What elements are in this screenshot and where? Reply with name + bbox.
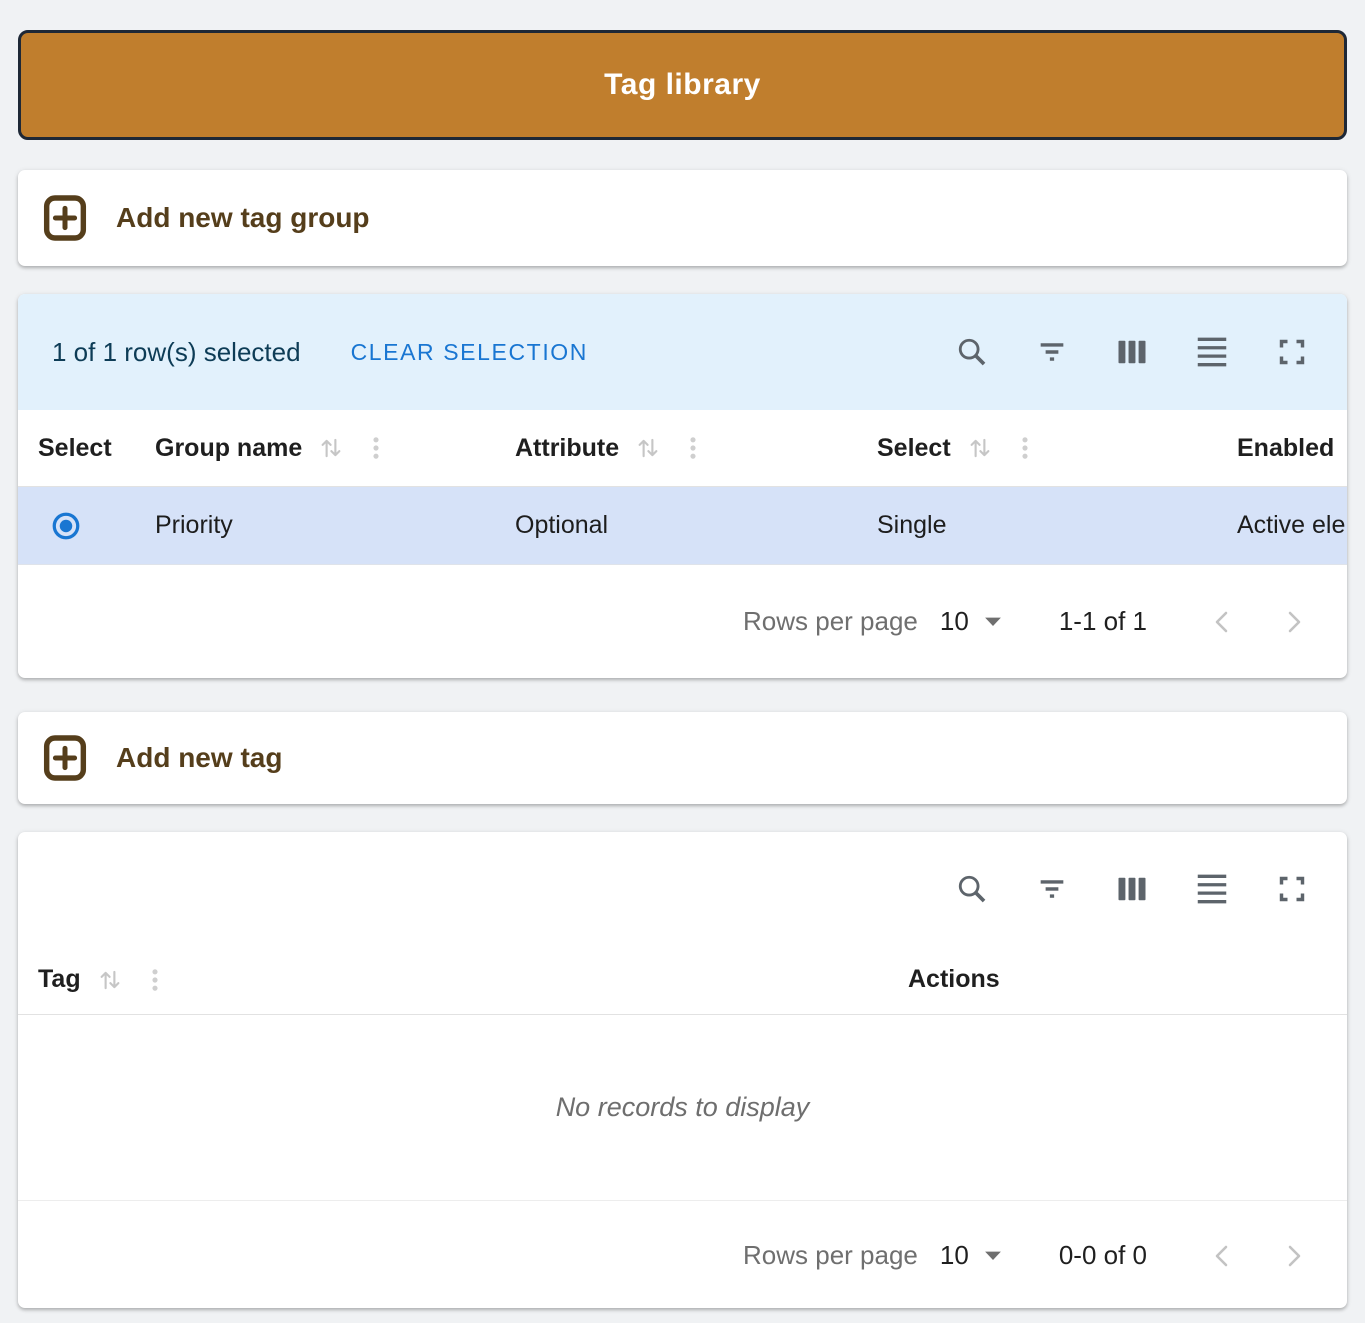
tag-table-toolbar-icons bbox=[948, 865, 1316, 913]
rows-per-page-select[interactable]: 10 bbox=[940, 1240, 1001, 1271]
column-header-enabled: Enabled bbox=[1217, 434, 1347, 463]
add-new-tag-group-label: Add new tag group bbox=[116, 202, 370, 234]
row-select-cell bbox=[18, 511, 135, 541]
caret-down-icon bbox=[985, 617, 1001, 626]
rows-per-page-label: Rows per page bbox=[743, 1240, 918, 1271]
add-new-tag-button[interactable]: Add new tag bbox=[18, 712, 1347, 804]
tag-library-header: Tag library bbox=[18, 30, 1347, 140]
density-icon[interactable] bbox=[1188, 328, 1236, 376]
column-header-attribute: Attribute bbox=[495, 433, 857, 463]
previous-page-icon[interactable] bbox=[1199, 1232, 1247, 1280]
page-title: Tag library bbox=[604, 68, 761, 102]
tag-table-empty-body: No records to display bbox=[18, 1015, 1347, 1200]
add-new-tag-label: Add new tag bbox=[116, 742, 282, 774]
search-icon[interactable] bbox=[948, 865, 996, 913]
column-header-actions: Actions bbox=[888, 965, 1347, 994]
rows-per-page-label: Rows per page bbox=[743, 606, 918, 637]
pagination-range: 0-0 of 0 bbox=[1059, 1240, 1147, 1271]
filter-icon[interactable] bbox=[1028, 865, 1076, 913]
column-menu-icon[interactable] bbox=[1011, 434, 1039, 462]
next-page-icon[interactable] bbox=[1269, 1232, 1317, 1280]
tag-table-pagination: Rows per page 10 0-0 of 0 bbox=[18, 1200, 1347, 1308]
show-hide-columns-icon[interactable] bbox=[1108, 865, 1156, 913]
cell-group-name: Priority bbox=[135, 511, 495, 540]
radio-selected-icon[interactable] bbox=[51, 511, 81, 541]
show-hide-columns-icon[interactable] bbox=[1108, 328, 1156, 376]
column-menu-icon[interactable] bbox=[679, 434, 707, 462]
fullscreen-icon[interactable] bbox=[1268, 865, 1316, 913]
group-table-pagination: Rows per page 10 1-1 of 1 bbox=[18, 565, 1347, 678]
sort-icon[interactable] bbox=[95, 965, 125, 995]
clear-selection-button[interactable]: CLEAR SELECTION bbox=[339, 329, 600, 376]
table-row[interactable]: Priority Optional Single Active ele bbox=[18, 487, 1347, 565]
next-page-icon[interactable] bbox=[1269, 598, 1317, 646]
selection-count-text: 1 of 1 row(s) selected bbox=[52, 337, 301, 368]
tag-table-header-row: Tag Actions bbox=[18, 945, 1347, 1015]
group-table-toolbar-icons bbox=[948, 328, 1316, 376]
cell-attribute: Optional bbox=[495, 511, 857, 540]
rows-per-page-select[interactable]: 10 bbox=[940, 606, 1001, 637]
cell-select-mode: Single bbox=[857, 511, 1217, 540]
sort-icon[interactable] bbox=[965, 433, 995, 463]
tag-table-toolbar bbox=[18, 832, 1347, 945]
tag-library-page: Tag library Add new tag group 1 of 1 row… bbox=[0, 0, 1365, 1323]
plus-square-icon bbox=[40, 731, 90, 785]
tag-group-table: 1 of 1 row(s) selected CLEAR SELECTION S… bbox=[18, 294, 1347, 678]
fullscreen-icon[interactable] bbox=[1268, 328, 1316, 376]
previous-page-icon[interactable] bbox=[1199, 598, 1247, 646]
sort-icon[interactable] bbox=[633, 433, 663, 463]
add-new-tag-group-button[interactable]: Add new tag group bbox=[18, 170, 1347, 266]
column-header-tag: Tag bbox=[18, 965, 888, 995]
filter-icon[interactable] bbox=[1028, 328, 1076, 376]
group-table-toolbar: 1 of 1 row(s) selected CLEAR SELECTION bbox=[18, 294, 1347, 410]
column-header-select: Select bbox=[18, 434, 135, 463]
sort-icon[interactable] bbox=[316, 433, 346, 463]
column-menu-icon[interactable] bbox=[362, 434, 390, 462]
group-table-header-row: Select Group name Attribute Select Enabl… bbox=[18, 410, 1347, 487]
cell-enabled: Active ele bbox=[1217, 511, 1347, 540]
search-icon[interactable] bbox=[948, 328, 996, 376]
column-header-select-mode: Select bbox=[857, 433, 1217, 463]
tag-table: Tag Actions No records to display Rows p… bbox=[18, 832, 1347, 1308]
column-header-group-name: Group name bbox=[135, 433, 495, 463]
no-records-text: No records to display bbox=[556, 1092, 810, 1123]
caret-down-icon bbox=[985, 1251, 1001, 1260]
column-menu-icon[interactable] bbox=[141, 966, 169, 994]
plus-square-icon bbox=[40, 191, 90, 245]
density-icon[interactable] bbox=[1188, 865, 1236, 913]
pagination-range: 1-1 of 1 bbox=[1059, 606, 1147, 637]
